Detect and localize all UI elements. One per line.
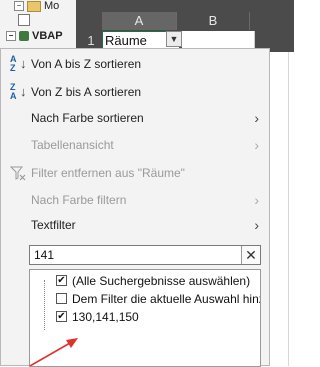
list-item-label: Dem Filter die aktuelle Auswahl hinz <box>72 292 261 306</box>
column-header-row: A B <box>76 12 294 30</box>
sort-a-to-z-label: Von A bis Z sortieren <box>31 57 142 71</box>
autofilter-dropdown-button[interactable]: ▼ <box>166 31 182 47</box>
chevron-right-icon: › <box>254 192 259 208</box>
tree-item-vbaproject[interactable]: − VBAP <box>6 30 63 46</box>
module-icon <box>18 14 30 27</box>
gridline <box>288 52 289 366</box>
sort-z-to-a-label: Von Z bis A sortieren <box>31 85 142 99</box>
checkbox-checked-icon[interactable]: ✔ <box>56 311 67 322</box>
tree-item-label: Mo <box>44 0 60 12</box>
filter-search-box[interactable]: ✕ <box>29 245 261 265</box>
column-header-a[interactable]: A <box>102 12 177 30</box>
clear-search-icon[interactable]: ✕ <box>241 246 260 264</box>
sort-a-to-z-item[interactable]: A Z ↓ Von A bis Z sortieren <box>1 52 269 76</box>
autofilter-menu: A Z ↓ Von A bis Z sortieren Z A ↓ Von Z bis … <box>0 48 270 367</box>
sheet-view-item: Tabellenansicht › <box>1 133 269 157</box>
filter-by-color-item: Nach Farbe filtern › <box>1 188 269 212</box>
collapse-icon[interactable]: − <box>14 1 24 12</box>
list-item-label: 130,141,150 <box>72 310 139 324</box>
checkbox-unchecked-icon[interactable] <box>56 293 67 304</box>
clear-filter-icon <box>10 166 26 181</box>
tree-item-module[interactable] <box>18 14 33 30</box>
column-header-b[interactable]: B <box>177 12 250 30</box>
filter-value-list[interactable]: ✔ (Alle Suchergebnisse auswählen) Dem Fi… <box>29 269 261 367</box>
filter-search-input[interactable] <box>30 246 250 264</box>
sort-ascending-icon: A Z ↓ <box>10 54 27 73</box>
sheet-view-label: Tabellenansicht <box>31 138 114 152</box>
tree-connector <box>44 280 45 330</box>
checkbox-checked-icon[interactable]: ✔ <box>56 275 67 286</box>
sort-by-color-item[interactable]: Nach Farbe sortieren › <box>1 106 269 130</box>
sort-z-to-a-item[interactable]: Z A ↓ Von Z bis A sortieren <box>1 80 269 104</box>
chevron-right-icon: › <box>254 137 259 153</box>
sort-by-color-label: Nach Farbe sortieren <box>31 111 144 125</box>
tree-item-label: VBAP <box>32 30 63 42</box>
vba-project-icon <box>19 31 29 42</box>
sort-descending-icon: Z A ↓ <box>10 82 27 101</box>
clear-filter-item: Filter entfernen aus "Räume" <box>1 161 269 185</box>
filter-by-color-label: Nach Farbe filtern <box>31 193 127 207</box>
chevron-right-icon: › <box>254 217 259 233</box>
sheet-cells-area <box>270 52 294 366</box>
collapse-icon[interactable]: − <box>6 31 16 42</box>
folder-icon <box>27 0 41 12</box>
cell-a1-value: Räume <box>105 33 147 48</box>
list-item-label: (Alle Suchergebnisse auswählen) <box>72 274 251 288</box>
chevron-right-icon: › <box>254 110 259 126</box>
clear-filter-label: Filter entfernen aus "Räume" <box>31 166 185 180</box>
worksheet-grid: A B 1 Räume ▼ <box>76 0 294 52</box>
text-filter-label: Textfilter <box>31 218 76 232</box>
text-filter-item[interactable]: Textfilter › <box>1 213 269 237</box>
